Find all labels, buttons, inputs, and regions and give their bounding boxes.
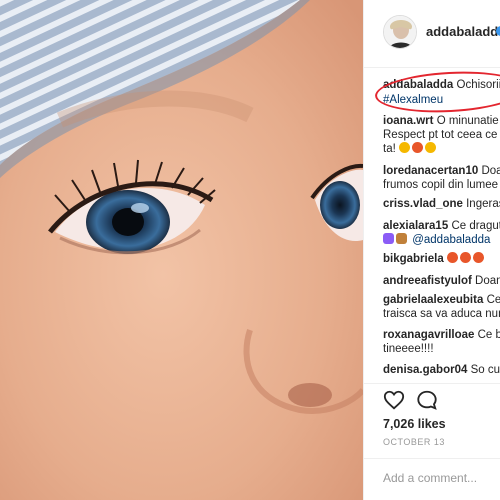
comment-text: ta! — [383, 143, 396, 155]
add-comment-input[interactable] — [383, 471, 493, 485]
heart-emoji-icon — [383, 233, 394, 244]
post-header: addabaladda — [364, 0, 500, 68]
comment-text-line: frumos copil din lumee — [383, 179, 499, 191]
comment-text-line: @addabaladda — [383, 233, 490, 247]
comment-item: roxanagavrilloae Ce bin — [383, 328, 500, 342]
comment-text: Ce bin — [477, 329, 500, 341]
comment-username[interactable]: roxanagavrilloae — [383, 329, 474, 341]
comment-text-line: Respect pt tot ceea ce f — [383, 129, 500, 141]
author-username[interactable]: addabaladda — [426, 24, 500, 39]
comment-text-line: ta! — [383, 142, 438, 156]
comment-text: O minunatie — [436, 115, 499, 127]
comment-text: So cute — [470, 364, 500, 376]
author-avatar[interactable] — [383, 15, 417, 49]
comment-item: criss.vlad_one Ingerasu — [383, 197, 500, 211]
comment-username[interactable]: loredanacertan10 — [383, 165, 478, 177]
comment-item: denisa.gabor04 So cute — [383, 363, 500, 377]
comment-username[interactable]: ioana.wrt — [383, 115, 433, 127]
comment-text-line: tineeee!!!! — [383, 343, 434, 355]
comment-text: Ce — [486, 294, 500, 306]
likes-count[interactable]: 7,026 likes — [383, 417, 446, 431]
comment-text: Doam — [475, 275, 500, 287]
comment-text: Ce dragut — [451, 220, 500, 232]
verified-badge-icon — [496, 26, 500, 36]
post-actions — [364, 383, 500, 413]
comment-username[interactable]: denisa.gabor04 — [383, 364, 467, 376]
emoji-icon — [399, 142, 410, 153]
post-date: OCTOBER 13 — [383, 437, 445, 447]
comment-username[interactable]: criss.vlad_one — [383, 198, 463, 210]
comment-item: loredanacertan10 Doar — [383, 164, 500, 178]
emoji-icon — [459, 252, 471, 263]
comment-item: andreeafistyulof Doam — [383, 274, 500, 288]
comment-text: Ingerasu — [466, 198, 500, 210]
emoji-icon — [412, 142, 423, 153]
comment-item: bikgabriela — [383, 252, 486, 266]
add-comment-bar — [364, 458, 500, 500]
emoji-icon — [446, 252, 458, 263]
emoji-icon — [425, 142, 436, 153]
comment-item: ioana.wrt O minunatie — [383, 114, 499, 128]
comment-username[interactable]: alexialara15 — [383, 220, 448, 232]
caption-highlight-circle — [374, 68, 500, 116]
post-sidebar: addabaladda addabaladda Ochisorii #Alexa… — [363, 0, 500, 500]
emoji-icon — [472, 252, 484, 263]
comment-icon[interactable] — [416, 389, 438, 411]
comment-username[interactable]: andreeafistyulof — [383, 275, 472, 287]
comment-item: gabrielaalexeubita Ce — [383, 293, 500, 307]
comment-text-line: traisca sa va aduca num — [383, 308, 500, 320]
comment-mention[interactable]: @addabaladda — [412, 234, 490, 246]
comment-username[interactable]: gabrielaalexeubita — [383, 294, 483, 306]
butterfly-emoji-icon — [396, 233, 407, 244]
comment-text: Doar — [481, 165, 500, 177]
comment-username[interactable]: bikgabriela — [383, 253, 444, 265]
post-photo[interactable] — [0, 0, 363, 500]
avatar-image — [384, 16, 416, 48]
heart-icon[interactable] — [383, 389, 405, 411]
comment-item: alexialara15 Ce dragut — [383, 219, 500, 233]
baby-eye-photo — [0, 0, 363, 500]
